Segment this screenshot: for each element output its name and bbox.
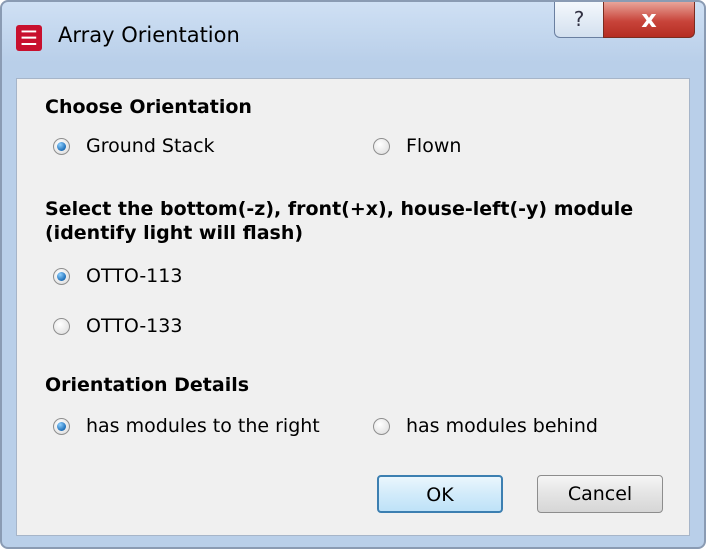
- radio-label: OTTO-113: [86, 265, 183, 287]
- radio-label: has modules behind: [406, 415, 598, 437]
- radio-label: Flown: [406, 135, 462, 157]
- select-module-heading-line1: Select the bottom(-z), front(+x), house-…: [45, 198, 634, 220]
- ok-button[interactable]: OK: [377, 475, 503, 513]
- radio-unchecked-icon[interactable]: [53, 317, 70, 335]
- dialog-content: Choose Orientation Ground Stack Flown Se…: [16, 78, 690, 536]
- radio-checked-icon[interactable]: [53, 267, 70, 285]
- radio-flown[interactable]: Flown: [373, 135, 461, 157]
- radio-modules-behind[interactable]: has modules behind: [373, 415, 598, 437]
- radio-label: has modules to the right: [86, 415, 320, 437]
- radio-modules-right[interactable]: has modules to the right: [53, 415, 320, 437]
- radio-checked-icon[interactable]: [53, 137, 70, 155]
- app-logo-icon: ☰: [16, 25, 42, 51]
- radio-checked-icon[interactable]: [53, 417, 70, 435]
- radio-label: OTTO-133: [86, 315, 183, 337]
- cancel-button[interactable]: Cancel: [537, 475, 663, 513]
- window-title: Array Orientation: [58, 23, 240, 47]
- radio-label: Ground Stack: [86, 135, 215, 157]
- radio-unchecked-icon[interactable]: [373, 137, 390, 155]
- dialog-window: ☰ Array Orientation ? x Choose Orientati…: [0, 0, 706, 549]
- choose-orientation-heading: Choose Orientation: [45, 96, 252, 118]
- orientation-details-heading: Orientation Details: [45, 374, 250, 396]
- radio-otto-113[interactable]: OTTO-113: [53, 265, 182, 287]
- radio-unchecked-icon[interactable]: [373, 417, 390, 435]
- radio-ground-stack[interactable]: Ground Stack: [53, 135, 215, 157]
- radio-otto-133[interactable]: OTTO-133: [53, 315, 182, 337]
- select-module-heading-line2: (identify light will flash): [45, 222, 304, 244]
- close-button[interactable]: x: [603, 2, 695, 38]
- title-bar[interactable]: ☰ Array Orientation ? x: [2, 2, 704, 78]
- help-button[interactable]: ?: [554, 2, 604, 38]
